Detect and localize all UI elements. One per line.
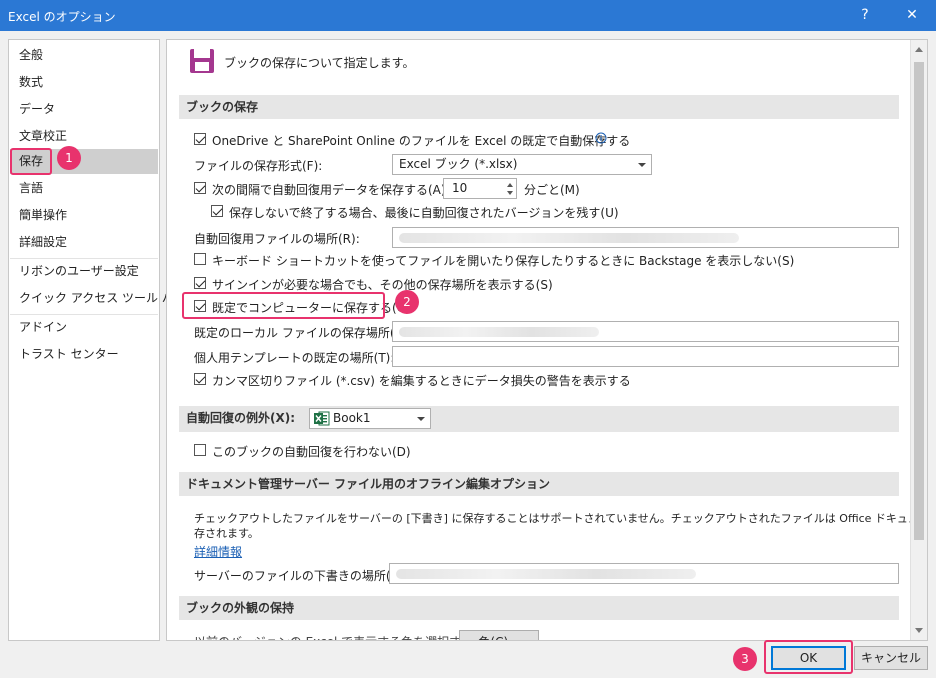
- disable-autorecover-label: このブックの自動回復を行わない(D): [212, 445, 411, 459]
- show-more-locations-checkbox[interactable]: [194, 277, 206, 289]
- sidebar-item-proofing[interactable]: 文章校正: [10, 124, 158, 149]
- redacted-path: [399, 233, 739, 243]
- csv-warning-checkbox[interactable]: [194, 373, 206, 385]
- color-select-label: 以前のバージョンの Excel で表示する色を選択する:: [194, 633, 477, 640]
- drafts-location-label: サーバーのファイルの下書きの場所(V):: [194, 569, 408, 583]
- page-heading: ブックの保存について指定します。: [224, 56, 415, 70]
- floppy-disk-icon: [190, 49, 214, 73]
- close-button[interactable]: ✕: [889, 0, 935, 31]
- autorecover-label: 次の間隔で自動回復用データを保存する(A):: [212, 183, 450, 197]
- autorecover-location-input[interactable]: [392, 227, 899, 248]
- template-location-input[interactable]: [392, 346, 899, 367]
- step-badge-3: 3: [733, 647, 757, 671]
- template-location-label: 個人用テンプレートの既定の場所(T):: [194, 351, 395, 365]
- file-format-value: Excel ブック (*.xlsx): [399, 157, 518, 171]
- sidebar-item-data[interactable]: データ: [10, 97, 158, 122]
- cancel-button[interactable]: キャンセル: [854, 646, 928, 670]
- sidebar-item-advanced[interactable]: 詳細設定: [10, 230, 158, 255]
- highlight-box-save-item: [10, 148, 52, 175]
- csv-warning-label: カンマ区切りファイル (*.csv) を編集するときにデータ損失の警告を表示する: [212, 374, 631, 388]
- section-header-save-workbooks: ブックの保存: [179, 95, 899, 119]
- autosave-checkbox[interactable]: [194, 133, 206, 145]
- backstage-label: キーボード ショートカットを使ってファイルを開いたり保存したりするときに Bac…: [212, 254, 795, 268]
- backstage-checkbox[interactable]: [194, 253, 206, 265]
- highlight-box-ok-button: [764, 640, 853, 674]
- info-icon[interactable]: [595, 132, 607, 144]
- excel-icon: [314, 411, 330, 426]
- scroll-down-arrow-icon[interactable]: [915, 628, 923, 633]
- offline-description-line2: 存されます。: [194, 527, 259, 540]
- local-location-input[interactable]: [392, 321, 899, 342]
- section-header-autorecover-exceptions: 自動回復の例外(X):: [179, 406, 899, 432]
- title-bar: Excel のオプション ? ✕: [0, 0, 936, 31]
- section-header-preserve-appearance: ブックの外観の保持: [179, 596, 899, 620]
- scrollbar-thumb[interactable]: [914, 62, 924, 540]
- color-button[interactable]: 色(C)...: [459, 630, 539, 640]
- sidebar-item-language[interactable]: 言語: [10, 176, 158, 201]
- chevron-down-icon: [417, 417, 425, 421]
- autorecover-minutes-value: 10: [452, 181, 468, 195]
- sidebar-item-quick-access-toolbar[interactable]: クイック アクセス ツール バー: [10, 286, 186, 311]
- step-badge-2: 2: [395, 290, 419, 314]
- autorecover-exceptions-title: 自動回復の例外(X):: [186, 411, 296, 425]
- spin-up-icon[interactable]: [507, 183, 513, 187]
- scroll-up-arrow-icon[interactable]: [915, 47, 923, 52]
- autorecover-location-label: 自動回復用ファイルの場所(R):: [194, 232, 360, 246]
- keep-last-version-label: 保存しないで終了する場合、最後に自動回復されたバージョンを残す(U): [229, 206, 619, 220]
- local-location-label: 既定のローカル ファイルの保存場所(I):: [194, 326, 407, 340]
- workbook-dropdown-value: Book1: [333, 411, 371, 425]
- drafts-location-input[interactable]: [389, 563, 899, 584]
- sidebar-item-trust-center[interactable]: トラスト センター: [10, 342, 158, 367]
- more-info-link[interactable]: 詳細情報: [194, 543, 242, 560]
- file-format-label: ファイルの保存形式(F):: [194, 159, 323, 173]
- keep-last-version-checkbox[interactable]: [211, 205, 223, 217]
- redacted-path: [396, 569, 696, 579]
- section-header-offline-editing: ドキュメント管理サーバー ファイル用のオフライン編集オプション: [179, 472, 899, 496]
- workbook-dropdown[interactable]: Book1: [309, 408, 431, 429]
- autorecover-checkbox[interactable]: [194, 182, 206, 194]
- autorecover-minutes-spinner[interactable]: 10: [443, 178, 517, 199]
- show-more-locations-label: サインインが必要な場合でも、その他の保存場所を表示する(S): [212, 278, 553, 292]
- highlight-box-save-to-computer: [182, 292, 385, 319]
- options-sidebar: 全般 数式 データ 文章校正 保存 言語 簡単操作 詳細設定 リボンのユーザー設…: [8, 39, 186, 641]
- content-scrollbar[interactable]: [910, 40, 927, 640]
- offline-description-line1: チェックアウトしたファイルをサーバーの [下書き] に保存することはサポートされ…: [194, 512, 927, 525]
- autosave-label: OneDrive と SharePoint Online のファイルを Exce…: [212, 134, 631, 148]
- sidebar-item-customize-ribbon[interactable]: リボンのユーザー設定: [10, 259, 158, 284]
- redacted-path: [399, 327, 599, 337]
- chevron-down-icon: [638, 163, 646, 167]
- autorecover-unit-label: 分ごと(M): [524, 183, 580, 197]
- sidebar-item-accessibility[interactable]: 簡単操作: [10, 203, 158, 228]
- help-button[interactable]: ?: [842, 0, 888, 31]
- options-content: ブックの保存について指定します。 ブックの保存 OneDrive と Share…: [166, 39, 928, 641]
- step-badge-1: 1: [57, 146, 81, 170]
- file-format-dropdown[interactable]: Excel ブック (*.xlsx): [392, 154, 652, 175]
- disable-autorecover-checkbox[interactable]: [194, 444, 206, 456]
- window-title: Excel のオプション: [8, 10, 116, 24]
- sidebar-item-formulas[interactable]: 数式: [10, 70, 158, 95]
- spin-down-icon[interactable]: [507, 191, 513, 195]
- sidebar-item-addins[interactable]: アドイン: [10, 315, 158, 340]
- sidebar-item-general[interactable]: 全般: [10, 43, 158, 68]
